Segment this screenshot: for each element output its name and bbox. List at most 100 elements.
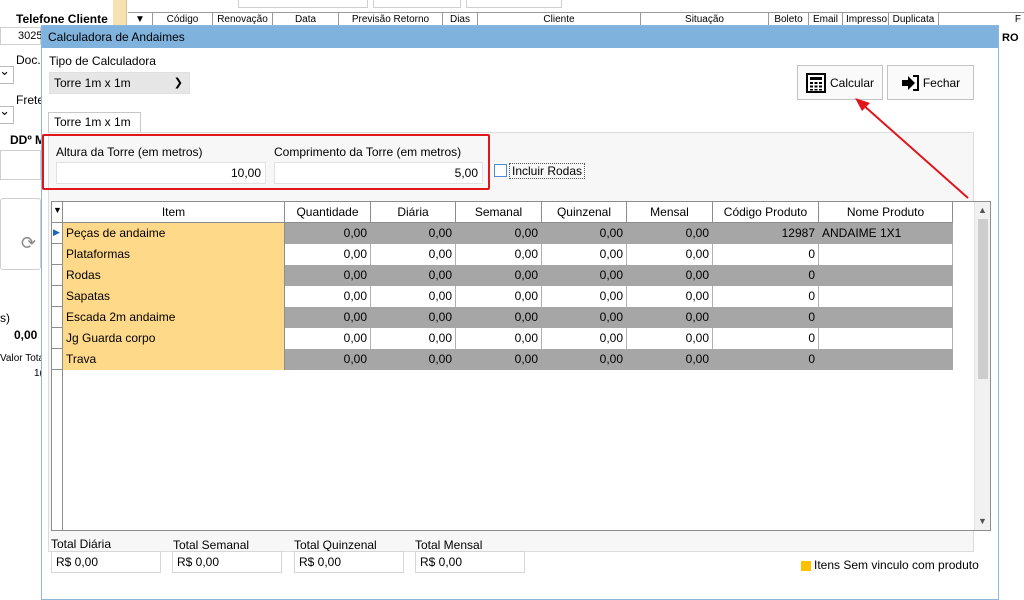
col-quantidade[interactable]: Quantidade: [285, 202, 371, 222]
cell-codigo-produto[interactable]: 0: [713, 328, 819, 349]
col-item[interactable]: Item: [63, 202, 285, 222]
col-quinzenal[interactable]: Quinzenal: [542, 202, 627, 222]
cell-mensal[interactable]: 0,00: [627, 328, 713, 349]
cell-quantidade[interactable]: 0,00: [285, 286, 371, 307]
cell-mensal[interactable]: 0,00: [627, 307, 713, 328]
grid-vertical-scrollbar[interactable]: ▲ ▼: [974, 202, 990, 530]
cell-diaria[interactable]: 0,00: [371, 307, 456, 328]
scroll-up-icon[interactable]: ▲: [978, 205, 987, 215]
table-row[interactable]: Escada 2m andaime 0,00 0,00 0,00 0,00 0,…: [63, 307, 953, 328]
cell-semanal[interactable]: 0,00: [456, 349, 542, 370]
cell-semanal[interactable]: 0,00: [456, 307, 542, 328]
cell-quantidade[interactable]: 0,00: [285, 244, 371, 265]
ddd-field[interactable]: [0, 150, 41, 180]
frete-combo[interactable]: [0, 103, 14, 124]
scroll-down-icon[interactable]: ▼: [978, 516, 987, 526]
row-indicator[interactable]: [52, 349, 62, 370]
cell-diaria[interactable]: 0,00: [371, 244, 456, 265]
col-nome-produto[interactable]: Nome Produto: [819, 202, 953, 222]
include-wheels-label[interactable]: Incluir Rodas: [509, 163, 586, 179]
cell-quantidade[interactable]: 0,00: [285, 223, 371, 244]
cell-nome-produto[interactable]: [819, 328, 953, 349]
close-button[interactable]: Fechar: [887, 65, 974, 100]
cell-semanal[interactable]: 0,00: [456, 244, 542, 265]
cell-item[interactable]: Trava: [63, 349, 285, 370]
table-row[interactable]: Rodas 0,00 0,00 0,00 0,00 0,00 0: [63, 265, 953, 286]
cell-mensal[interactable]: 0,00: [627, 223, 713, 244]
cell-quinzenal[interactable]: 0,00: [542, 307, 627, 328]
cell-item[interactable]: Escada 2m andaime: [63, 307, 285, 328]
cell-quantidade[interactable]: 0,00: [285, 328, 371, 349]
total-diaria-field[interactable]: R$ 0,00: [51, 551, 161, 573]
cell-nome-produto[interactable]: [819, 265, 953, 286]
row-indicator[interactable]: [52, 265, 62, 286]
cell-mensal[interactable]: 0,00: [627, 349, 713, 370]
cell-mensal[interactable]: 0,00: [627, 265, 713, 286]
cell-nome-produto[interactable]: [819, 286, 953, 307]
total-semanal-field[interactable]: R$ 0,00: [172, 551, 282, 573]
total-mensal-field[interactable]: R$ 0,00: [415, 551, 525, 573]
filter-combo-3[interactable]: [466, 0, 562, 8]
row-indicator[interactable]: [52, 328, 62, 349]
cell-diaria[interactable]: 0,00: [371, 223, 456, 244]
tab-torre-1x1[interactable]: Torre 1m x 1m: [48, 112, 141, 132]
calc-type-select[interactable]: Torre 1m x 1m ❯: [49, 72, 190, 94]
cell-quinzenal[interactable]: 0,00: [542, 328, 627, 349]
include-wheels-checkbox[interactable]: [494, 164, 507, 177]
cell-item[interactable]: Rodas: [63, 265, 285, 286]
cell-diaria[interactable]: 0,00: [371, 349, 456, 370]
total-quinzenal-field[interactable]: R$ 0,00: [294, 551, 404, 573]
col-codigo-produto[interactable]: Código Produto: [713, 202, 819, 222]
cell-semanal[interactable]: 0,00: [456, 328, 542, 349]
cell-quinzenal[interactable]: 0,00: [542, 349, 627, 370]
cell-mensal[interactable]: 0,00: [627, 244, 713, 265]
cell-quinzenal[interactable]: 0,00: [542, 244, 627, 265]
cell-diaria[interactable]: 0,00: [371, 286, 456, 307]
cell-codigo-produto[interactable]: 0: [713, 265, 819, 286]
cell-nome-produto[interactable]: [819, 349, 953, 370]
cell-codigo-produto[interactable]: 0: [713, 349, 819, 370]
dialog-title-bar[interactable]: Calculadora de Andaimes: [42, 26, 998, 48]
row-indicator[interactable]: [52, 307, 62, 328]
phone-field[interactable]: 3025: [0, 27, 42, 45]
row-indicator[interactable]: [52, 286, 62, 307]
cell-item[interactable]: Sapatas: [63, 286, 285, 307]
cell-item[interactable]: Plataformas: [63, 244, 285, 265]
cell-codigo-produto[interactable]: 0: [713, 244, 819, 265]
cell-codigo-produto[interactable]: 0: [713, 307, 819, 328]
doc-combo[interactable]: [0, 63, 14, 84]
row-indicator[interactable]: [52, 244, 62, 265]
cell-semanal[interactable]: 0,00: [456, 265, 542, 286]
cell-item[interactable]: Peças de andaime: [63, 223, 285, 244]
cell-item[interactable]: Jg Guarda corpo: [63, 328, 285, 349]
table-row[interactable]: Plataformas 0,00 0,00 0,00 0,00 0,00 0: [63, 244, 953, 265]
calculate-button[interactable]: Calcular: [797, 65, 883, 100]
cell-semanal[interactable]: 0,00: [456, 223, 542, 244]
table-row[interactable]: Sapatas 0,00 0,00 0,00 0,00 0,00 0: [63, 286, 953, 307]
cell-quantidade[interactable]: 0,00: [285, 349, 371, 370]
col-mensal[interactable]: Mensal: [627, 202, 713, 222]
scroll-thumb[interactable]: [978, 219, 988, 379]
table-row[interactable]: Jg Guarda corpo 0,00 0,00 0,00 0,00 0,00…: [63, 328, 953, 349]
filter-combo-2[interactable]: [373, 0, 461, 8]
cell-codigo-produto[interactable]: 0: [713, 286, 819, 307]
col-diaria[interactable]: Diária: [371, 202, 456, 222]
cell-quantidade[interactable]: 0,00: [285, 265, 371, 286]
cell-quantidade[interactable]: 0,00: [285, 307, 371, 328]
filter-combo-1[interactable]: [238, 0, 368, 8]
table-row[interactable]: Peças de andaime 0,00 0,00 0,00 0,00 0,0…: [63, 223, 953, 244]
side-button-group[interactable]: ⟳: [0, 198, 41, 270]
cell-nome-produto[interactable]: [819, 244, 953, 265]
cell-nome-produto[interactable]: [819, 307, 953, 328]
cell-nome-produto[interactable]: ANDAIME 1X1: [819, 223, 953, 244]
cell-diaria[interactable]: 0,00: [371, 328, 456, 349]
cell-diaria[interactable]: 0,00: [371, 265, 456, 286]
table-row[interactable]: Trava 0,00 0,00 0,00 0,00 0,00 0: [63, 349, 953, 370]
cell-semanal[interactable]: 0,00: [456, 286, 542, 307]
grid-corner[interactable]: ▼: [52, 202, 62, 223]
cell-codigo-produto[interactable]: 12987: [713, 223, 819, 244]
col-semanal[interactable]: Semanal: [456, 202, 542, 222]
cell-quinzenal[interactable]: 0,00: [542, 265, 627, 286]
row-indicator[interactable]: ▶: [52, 223, 62, 244]
cell-quinzenal[interactable]: 0,00: [542, 286, 627, 307]
